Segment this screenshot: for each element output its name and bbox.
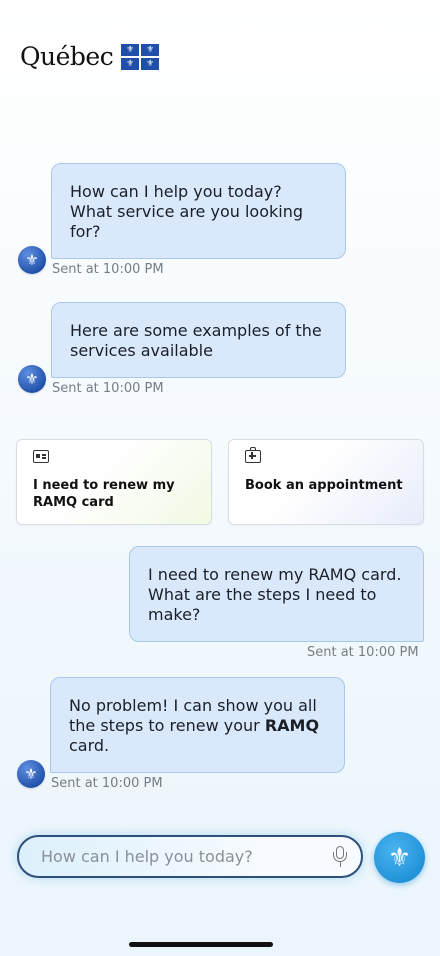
quebec-flag-icon: ⚜ ⚜ ⚜ ⚜ xyxy=(121,43,160,70)
message-text: I need to renew my RAMQ card. What are t… xyxy=(148,565,402,624)
bot-message-bubble: Here are some examples of the services a… xyxy=(51,302,346,378)
message-composer xyxy=(17,835,363,878)
message-timestamp: Sent at 10:00 PM xyxy=(52,381,164,396)
home-indicator[interactable] xyxy=(129,942,273,947)
bot-avatar-fleur-de-lis-icon: ⚜ xyxy=(18,246,46,274)
bot-message-bubble: How can I help you today? What service a… xyxy=(51,163,346,259)
bot-avatar-fleur-de-lis-icon: ⚜ xyxy=(17,760,45,788)
suggestion-card-book-appointment[interactable]: Book an appointment xyxy=(228,439,424,525)
bot-message-bubble: No problem! I can show you all the steps… xyxy=(50,677,345,773)
message-text: How can I help you today? What service a… xyxy=(70,182,303,241)
message-text: Here are some examples of the services a… xyxy=(70,321,322,360)
medical-kit-icon xyxy=(245,447,261,463)
fleur-de-lis-icon: ⚜ xyxy=(387,842,412,873)
user-message-bubble: I need to renew my RAMQ card. What are t… xyxy=(129,546,424,642)
message-timestamp: Sent at 10:00 PM xyxy=(307,645,419,660)
message-input[interactable] xyxy=(41,847,333,866)
message-text-bold: RAMQ xyxy=(264,716,320,735)
bot-avatar-fleur-de-lis-icon: ⚜ xyxy=(18,365,46,393)
suggestion-card-renew-ramq[interactable]: I need to renew my RAMQ card xyxy=(16,439,212,525)
send-button[interactable]: ⚜ xyxy=(374,832,425,883)
quebec-logo: Québec ⚜ ⚜ ⚜ ⚜ xyxy=(20,42,160,71)
message-timestamp: Sent at 10:00 PM xyxy=(51,776,163,791)
message-text-part: card. xyxy=(69,736,110,755)
microphone-icon[interactable] xyxy=(333,845,347,868)
suggestion-label: Book an appointment xyxy=(245,478,403,493)
id-card-icon xyxy=(33,450,49,463)
suggestion-label: I need to renew my RAMQ card xyxy=(33,478,175,510)
message-timestamp: Sent at 10:00 PM xyxy=(52,262,164,277)
logo-text: Québec xyxy=(20,42,114,71)
